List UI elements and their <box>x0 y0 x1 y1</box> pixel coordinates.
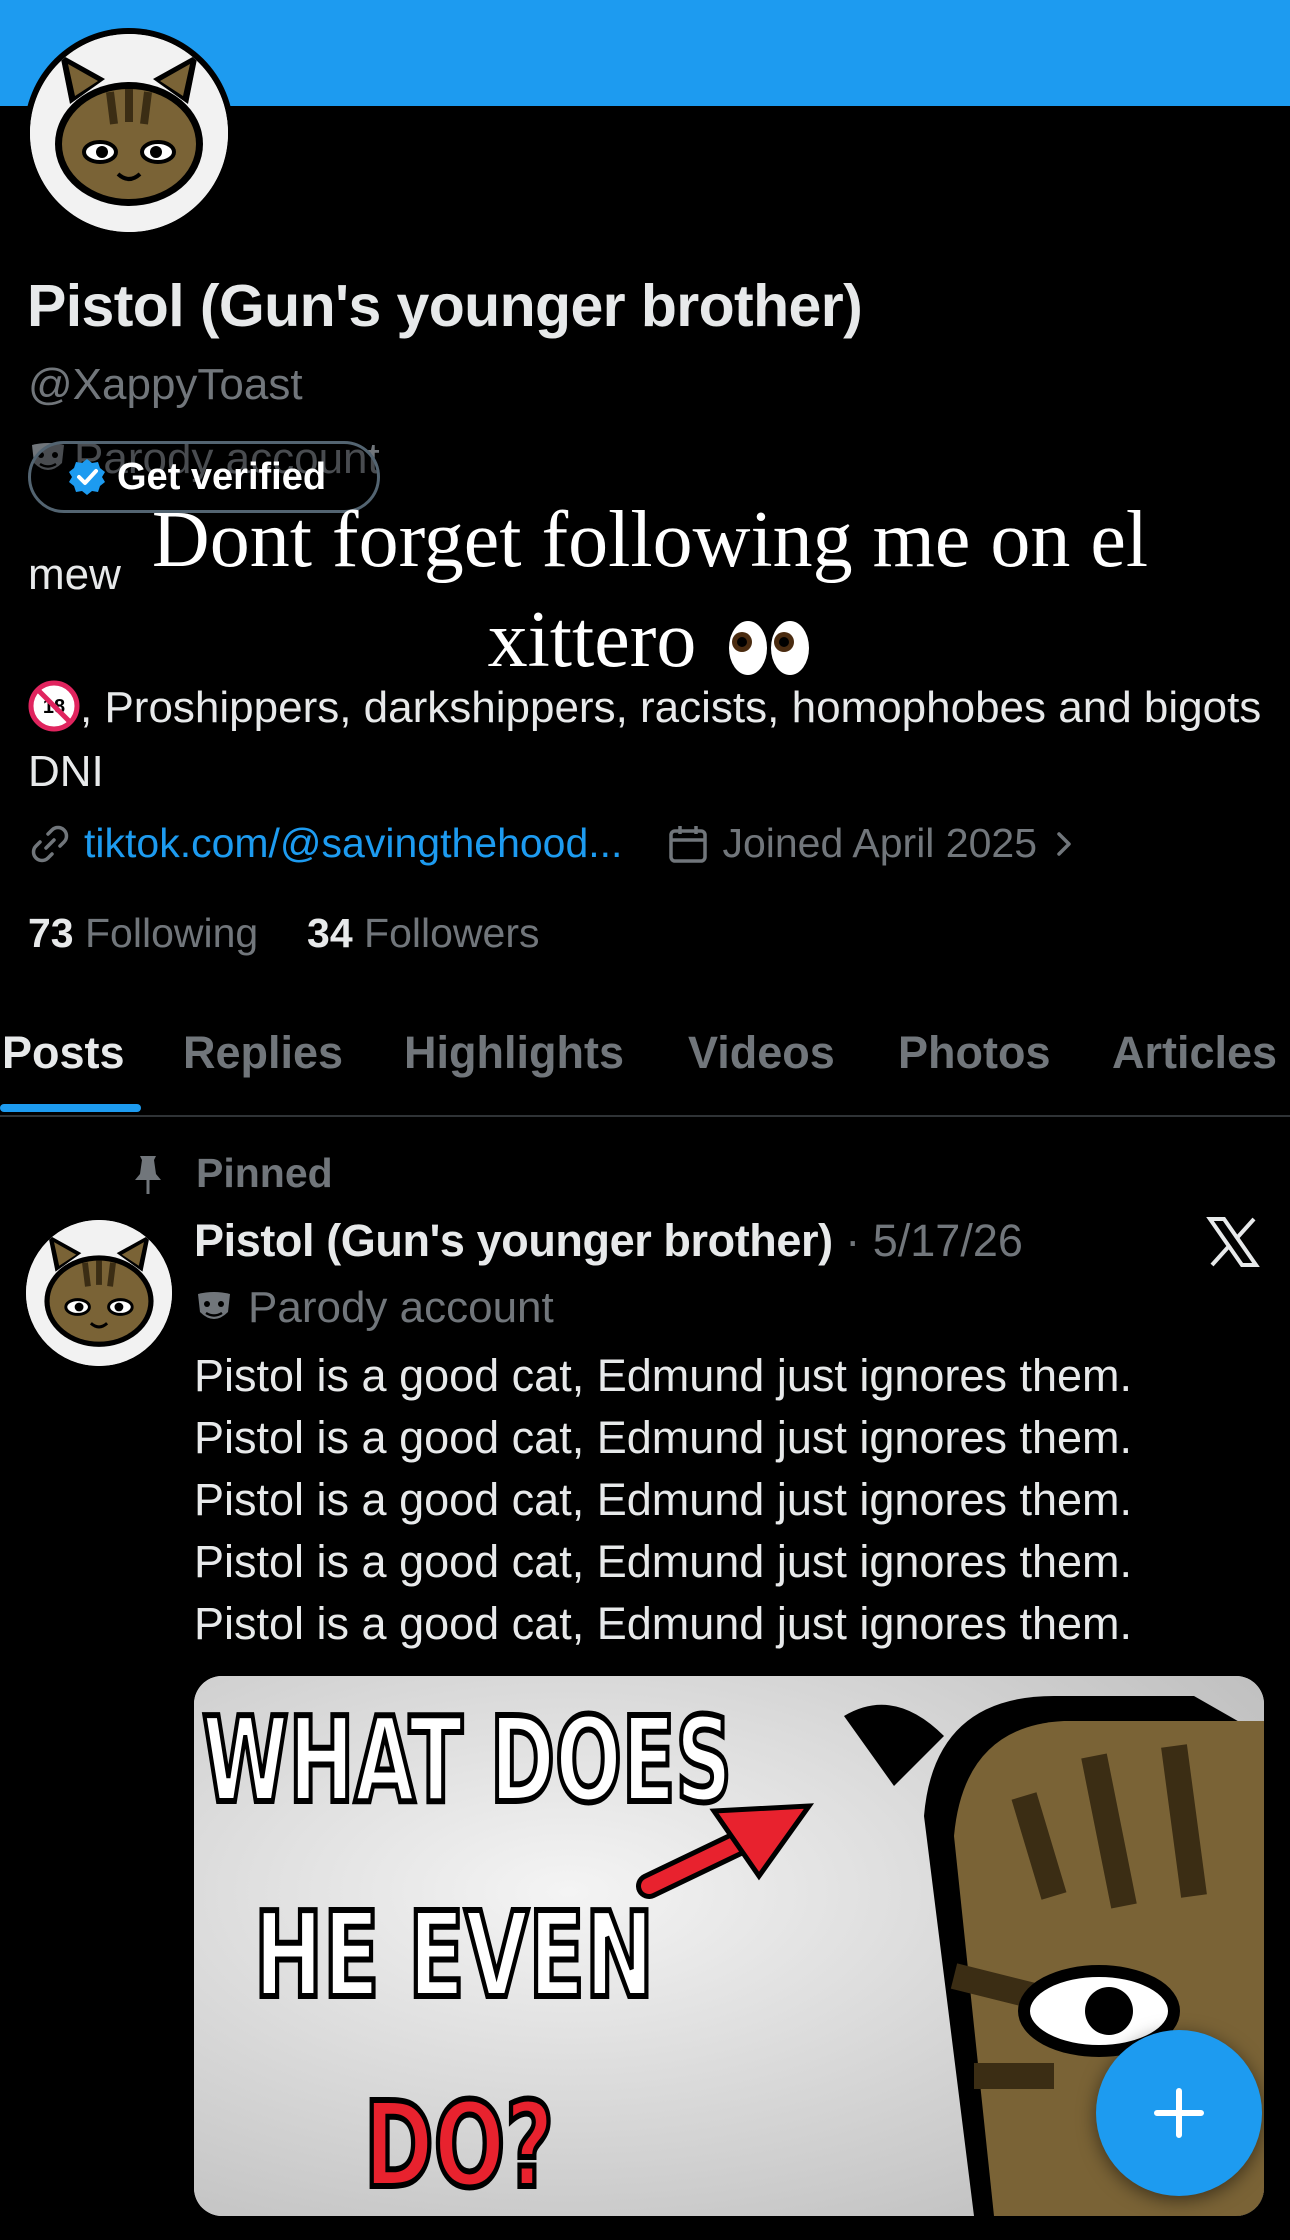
profile-website-link[interactable]: tiktok.com/@savingthehood... <box>84 820 622 867</box>
followers-count: 34 <box>307 910 353 956</box>
tab-replies[interactable]: Replies <box>183 1027 343 1079</box>
x-logo-icon[interactable] <box>1206 1216 1260 1268</box>
post-line: Pistol is a good cat, Edmund just ignore… <box>194 1536 1132 1587</box>
profile-tabs: Posts Replies Highlights Videos Photos A… <box>0 1015 1290 1117</box>
theater-mask-icon <box>198 1292 230 1319</box>
tab-posts[interactable]: Posts <box>2 1027 125 1079</box>
profile-display-name: Pistol (Gun's younger brother) <box>27 273 863 339</box>
following-count: 73 <box>28 910 74 956</box>
followers-label: Followers <box>364 910 540 956</box>
post-line: Pistol is a good cat, Edmund just ignore… <box>194 1412 1132 1463</box>
followers-link[interactable]: 34 Followers <box>307 910 539 956</box>
joined-date: Joined April 2025 <box>722 820 1038 866</box>
tab-highlights[interactable]: Highlights <box>404 1027 624 1079</box>
follow-stats: 73 Following 34 Followers <box>28 910 539 957</box>
meme-text-line-2: HE EVEN <box>254 1886 654 2024</box>
bio-dni-text: 18 , Proshippers, darkshippers, racists,… <box>28 676 1268 804</box>
post-parody-label: Parody account <box>194 1283 554 1333</box>
post-line: Pistol is a good cat, Edmund just ignore… <box>194 1350 1132 1401</box>
cat-avatar-image <box>30 34 228 232</box>
post-parody-text: Parody account <box>248 1283 554 1332</box>
no-under-18-icon: 18 <box>28 680 80 732</box>
cat-avatar-image <box>26 1220 172 1366</box>
post-body: Pistol is a good cat, Edmund just ignore… <box>194 1345 1132 1655</box>
bio-text: mew <box>28 550 121 599</box>
meme-text-line-1: WHAT DOES <box>202 1691 732 1829</box>
post-line: Pistol is a good cat, Edmund just ignore… <box>194 1598 1132 1649</box>
post-author-avatar[interactable] <box>26 1220 172 1366</box>
eyes-emoji-icon <box>729 620 810 675</box>
post-date[interactable]: 5/17/26 <box>873 1215 1023 1266</box>
sticker-text-overlay: Dont forget following me on el xittero <box>130 490 1170 690</box>
verified-badge-icon <box>69 459 105 495</box>
following-link[interactable]: 73 Following <box>28 910 258 956</box>
post-header: Pistol (Gun's younger brother) · 5/17/26 <box>194 1215 1023 1267</box>
post-line: Pistol is a good cat, Edmund just ignore… <box>194 1474 1132 1525</box>
tab-videos[interactable]: Videos <box>688 1027 835 1079</box>
pin-icon <box>135 1155 161 1194</box>
compose-post-button[interactable] <box>1096 2030 1262 2196</box>
meme-text-line-3: DO? <box>364 2076 554 2214</box>
following-label: Following <box>85 910 259 956</box>
plus-icon <box>1154 2088 1204 2138</box>
pinned-label: Pinned <box>196 1150 333 1196</box>
profile-page: Pistol (Gun's younger brother) @XappyToa… <box>0 0 1290 2240</box>
tab-articles[interactable]: Articles <box>1112 1027 1277 1079</box>
post-author-name[interactable]: Pistol (Gun's younger brother) <box>194 1215 833 1266</box>
post-separator: · <box>832 1215 873 1266</box>
profile-meta-row: tiktok.com/@savingthehood... Joined Apri… <box>28 820 1083 867</box>
link-icon <box>31 825 69 862</box>
active-tab-indicator <box>0 1104 141 1112</box>
profile-handle: @XappyToast <box>28 360 303 409</box>
overlay-text: Dont forget following me on el xittero <box>151 496 1149 684</box>
profile-avatar[interactable] <box>24 28 234 238</box>
calendar-icon <box>669 825 708 863</box>
bio-dni-line: , Proshippers, darkshippers, racists, ho… <box>28 683 1262 796</box>
tab-photos[interactable]: Photos <box>898 1027 1051 1079</box>
chevron-right-icon[interactable] <box>1047 822 1083 866</box>
pinned-indicator: Pinned <box>130 1150 333 1197</box>
